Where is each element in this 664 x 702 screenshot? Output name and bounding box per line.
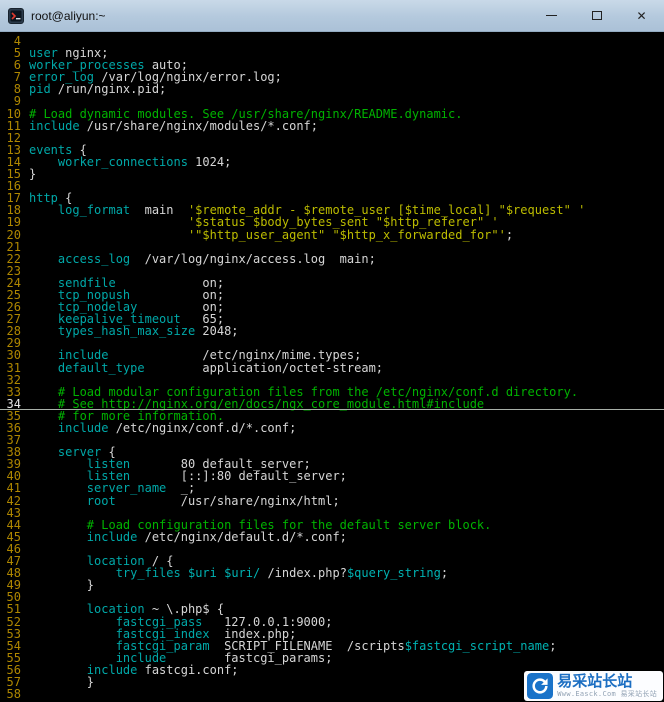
terminal-window: root@aliyun:~ ✕ 4 5 user nginx; 6 worker_pro… [0, 0, 664, 702]
terminal-line: 12 [0, 132, 664, 144]
maximize-button[interactable] [574, 0, 619, 31]
code-text: include /etc/nginx/conf.d/*.conf; [57, 421, 297, 435]
line-number: 20 [6, 227, 21, 242]
code-text: } [29, 167, 37, 182]
line-number: 33 [6, 384, 21, 399]
line-number: 51 [6, 602, 21, 617]
line-number: 58 [6, 687, 21, 702]
line-number: 43 [6, 505, 21, 520]
app-icon [8, 7, 24, 24]
line-number: 52 [6, 614, 21, 629]
code-text: default_type application/octet-stream; [57, 360, 384, 375]
code-text: include /usr/share/nginx/modules/*.conf; [29, 118, 318, 133]
watermark-badge: 易采站长站 Www.Easck.Com 易采站长站 [524, 671, 663, 701]
window-controls: ✕ [529, 0, 664, 31]
line-number: 10 [6, 106, 21, 121]
line-number: 42 [6, 493, 21, 508]
code-text: } [29, 674, 95, 689]
badge-logo-icon [527, 673, 554, 699]
badge-title: 易采站长站 [557, 673, 633, 691]
terminal-line: 36 include /etc/nginx/conf.d/*.conf; [0, 422, 664, 434]
line-number: 11 [6, 118, 21, 133]
close-icon: ✕ [636, 8, 647, 23]
line-number: 21 [6, 239, 21, 254]
line-number: 31 [6, 360, 21, 375]
line-number: 22 [6, 251, 21, 266]
line-number: 9 [13, 94, 21, 109]
badge-text: 易采站长站 Www.Easck.Com 易采站长站 [557, 673, 657, 699]
terminal-line: 22 access_log /var/log/nginx/access.log … [0, 253, 664, 265]
window-title: root@aliyun:~ [31, 8, 106, 23]
terminal-line: 15} [0, 168, 664, 180]
close-button[interactable]: ✕ [619, 0, 664, 31]
line-number: 54 [6, 638, 21, 653]
terminal-line: 16 [0, 180, 664, 192]
terminal-line: 28 types_hash_max_size 2048; [0, 325, 664, 337]
maximize-icon [591, 11, 602, 20]
line-number: 53 [6, 626, 21, 641]
terminal-line: 31 default_type application/octet-stream… [0, 360, 664, 375]
code-text: worker_connections 1024; [57, 154, 232, 169]
terminal-line: 49 } [0, 579, 664, 591]
code-text: include /etc/nginx/default.d/*.conf; [86, 529, 347, 544]
terminal-line: 8 pid /run/nginx.pid; [0, 83, 664, 95]
terminal-line: 48 try_files $uri $uri/ /index.php?$quer… [0, 567, 664, 579]
title-bar[interactable]: root@aliyun:~ ✕ [0, 0, 664, 32]
terminal-line: 34 # See http://nginx.org/en/docs/ngx_co… [0, 396, 664, 411]
terminal-line: 11 include /usr/share/nginx/modules/*.con… [0, 120, 664, 132]
code-text: '"$http_user_agent" "$http_x_forwarded_f… [187, 227, 514, 242]
terminal-line: 42 root /usr/share/nginx/html; [0, 493, 664, 508]
terminal-body[interactable]: 4 5 user nginx; 6 worker_processes auto; 7 err… [0, 32, 664, 702]
code-text: } [29, 578, 95, 593]
minimize-button[interactable] [529, 0, 574, 31]
code-text: root /usr/share/nginx/html; [86, 493, 340, 508]
terminal-line: 20 '"$http_user_agent" "$http_x_forwarde… [0, 227, 664, 242]
line-number: 41 [6, 481, 21, 496]
line-number: 19 [6, 215, 21, 230]
terminal-line: 45 include /etc/nginx/default.d/*.conf; [0, 531, 664, 543]
line-number: 34 [6, 396, 21, 411]
badge-subtitle: Www.Easck.Com 易采站长站 [557, 690, 657, 699]
minimize-icon [546, 15, 557, 16]
line-number: 30 [6, 348, 21, 363]
terminal-line: 14 worker_connections 1024; [0, 156, 664, 168]
code-lines: 4 5 user nginx; 6 worker_processes auto; 7 err… [0, 35, 664, 700]
code-text: pid /run/nginx.pid; [29, 82, 167, 97]
code-text: access_log /var/log/nginx/access.log mai… [57, 251, 376, 266]
line-number: 32 [6, 372, 21, 387]
code-text: types_hash_max_size 2048; [57, 324, 239, 339]
code-text: # See http://nginx.org/en/docs/ngx_core_… [57, 396, 485, 411]
